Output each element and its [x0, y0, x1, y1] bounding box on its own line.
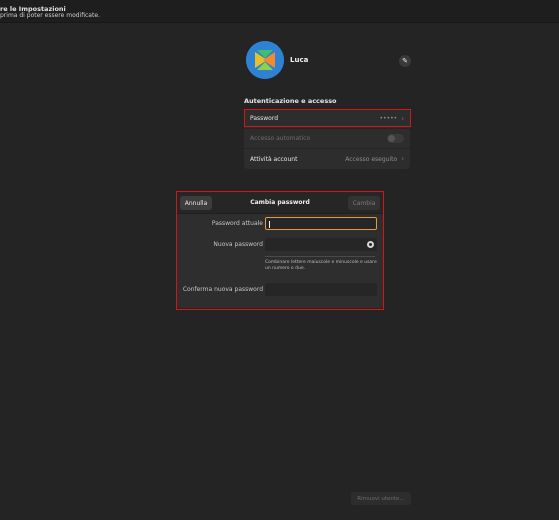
user-avatar[interactable]: [246, 41, 284, 79]
dialog-header: Annulla Cambia password Cambia: [177, 192, 383, 214]
strength-bar: [265, 256, 375, 257]
account-activity-value: Accesso eseguito: [345, 155, 398, 163]
current-password-input[interactable]: [265, 217, 377, 230]
text-caret: [269, 221, 270, 228]
password-label: Password: [250, 115, 279, 122]
current-password-label: Password attuale: [211, 220, 263, 227]
password-value: •••••: [379, 115, 398, 122]
change-password-dialog: Annulla Cambia password Cambia Password …: [177, 192, 383, 308]
auto-login-row: Accesso automatico: [244, 129, 410, 149]
account-activity-label: Attività account: [250, 155, 298, 163]
auto-login-toggle[interactable]: [387, 134, 404, 143]
section-title: Autenticazione e accesso: [244, 97, 337, 105]
remove-user-button[interactable]: Rimuovi utente...: [351, 492, 411, 505]
show-password-icon[interactable]: [367, 241, 374, 248]
change-button[interactable]: Cambia: [348, 196, 380, 210]
pencil-icon: ✎: [402, 57, 408, 65]
banner-subtitle: prima di poter essere modificate.: [0, 12, 100, 19]
auto-login-label: Accesso automatico: [250, 135, 311, 142]
password-row[interactable]: Password ••••• ›: [244, 109, 410, 129]
avatar-logo-icon: [246, 41, 284, 79]
password-hint: Combinare lettere maiuscole e minuscole …: [265, 260, 377, 271]
chevron-right-icon: ›: [401, 155, 404, 163]
username: Luca: [290, 56, 309, 64]
chevron-right-icon: ›: [401, 114, 404, 123]
new-password-label: Nuova password: [213, 241, 263, 248]
edit-name-button[interactable]: ✎: [399, 55, 411, 67]
confirm-password-input[interactable]: [265, 283, 377, 296]
new-password-input[interactable]: [265, 238, 377, 251]
settings-banner: re le Impostazioni prima di poter essere…: [0, 0, 559, 23]
confirm-password-label: Conferma nuova password: [182, 286, 263, 293]
account-activity-row[interactable]: Attività account Accesso eseguito ›: [244, 149, 410, 169]
auth-list: Password ••••• › Accesso automatico Atti…: [244, 109, 410, 169]
